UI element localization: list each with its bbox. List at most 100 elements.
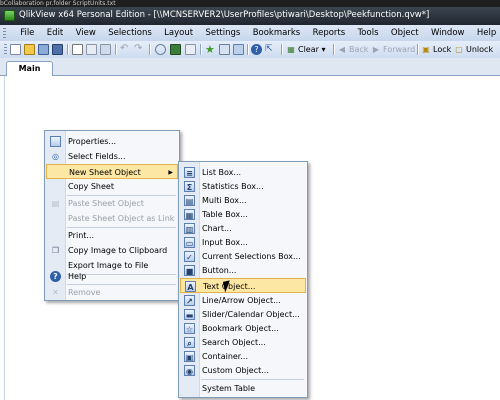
layout-icon[interactable]: [233, 44, 244, 55]
menu-item-button[interactable]: ■ Button...: [180, 263, 306, 278]
menubar-grip[interactable]: [3, 28, 6, 38]
menu-item-container[interactable]: ▣ Container...: [180, 349, 306, 364]
menu-item-label: Remove: [68, 288, 101, 297]
toolbar-grip[interactable]: [4, 44, 7, 55]
menu-item-system-table[interactable]: System Table: [180, 381, 306, 396]
menu-item-list-box[interactable]: ≡ List Box...: [180, 165, 306, 180]
menu-window[interactable]: Window: [425, 25, 471, 41]
menu-item-print[interactable]: Print...: [46, 228, 178, 243]
undo-icon[interactable]: ↶: [120, 44, 131, 55]
menu-item-label: Button...: [202, 266, 237, 275]
menu-item-remove[interactable]: ✕ Remove: [46, 285, 178, 300]
menu-item-chart[interactable]: ▥ Chart...: [180, 221, 306, 236]
menu-view[interactable]: View: [69, 25, 102, 41]
menu-item-slider-calendar-object[interactable]: ▬ Slider/Calendar Object...: [180, 307, 306, 322]
menu-edit[interactable]: Edit: [41, 25, 70, 41]
menu-item-paste-as-link[interactable]: Paste Sheet Object as Link: [46, 211, 178, 226]
background-window-text: bCollaboration pr.folder ScriptUnits.txt: [0, 0, 116, 7]
clear-button[interactable]: ▦ Clear ▾: [286, 42, 325, 57]
button-object-icon: ■: [184, 265, 195, 276]
toolbar-separator: [149, 44, 151, 55]
menu-item-copy-sheet[interactable]: Copy Sheet: [46, 179, 178, 194]
open-server-icon[interactable]: [38, 44, 49, 55]
menu-item-text-object[interactable]: A Text Object...: [180, 278, 306, 293]
toolbar-separator: [281, 44, 283, 55]
menu-item-select-fields[interactable]: ◎ Select Fields...: [46, 149, 178, 164]
menu-item-current-selections-box[interactable]: ✓ Current Selections Box...: [180, 249, 306, 264]
forward-button[interactable]: ▶ Forward: [371, 42, 415, 57]
multi-box-icon: ▤: [184, 195, 195, 206]
menu-item-label: Paste Sheet Object as Link: [68, 214, 175, 223]
menu-item-label: Multi Box...: [202, 196, 247, 205]
help-icon[interactable]: ?: [251, 44, 262, 55]
unlock-icon: ▢: [455, 45, 463, 54]
menu-item-label: Help: [68, 272, 87, 281]
menu-object[interactable]: Object: [385, 25, 425, 41]
menu-file[interactable]: File: [14, 25, 41, 41]
menu-item-label: List Box...: [202, 168, 242, 177]
print-icon[interactable]: [72, 44, 83, 55]
clear-label: Clear: [298, 45, 319, 54]
open-folder-icon[interactable]: [24, 44, 35, 55]
edit-module-icon[interactable]: [170, 44, 181, 55]
forward-label: Forward: [383, 45, 416, 54]
star-icon[interactable]: ★: [205, 44, 216, 55]
menu-item-new-sheet-object[interactable]: New Sheet Object ▶: [46, 164, 178, 179]
bookmark-star-icon: ☆: [184, 323, 195, 334]
menu-item-line-arrow-object[interactable]: ↗ Line/Arrow Object...: [180, 293, 306, 308]
menu-item-label: System Table: [202, 384, 256, 393]
context-help-icon[interactable]: ⇱: [265, 44, 276, 55]
custom-object-icon: ◉: [184, 365, 195, 376]
unlock-button[interactable]: ▢ Unlock: [454, 42, 493, 57]
edit-script-icon[interactable]: [86, 44, 97, 55]
menu-item-statistics-box[interactable]: Σ Statistics Box...: [180, 179, 306, 194]
table-viewer-icon[interactable]: [185, 44, 196, 55]
menu-item-table-box[interactable]: ▦ Table Box...: [180, 207, 306, 222]
menu-item-search-object[interactable]: ⌕ Search Object...: [180, 335, 306, 350]
back-label: Back: [349, 45, 369, 54]
line-arrow-icon: ↗: [184, 295, 195, 306]
statistics-box-icon: Σ: [184, 181, 195, 192]
new-document-icon[interactable]: [10, 44, 21, 55]
toolbar-separator: [247, 44, 249, 55]
menu-item-multi-box[interactable]: ▤ Multi Box...: [180, 193, 306, 208]
redo-icon[interactable]: ↷: [134, 44, 145, 55]
menu-reports[interactable]: Reports: [306, 25, 351, 41]
save-icon[interactable]: [52, 44, 63, 55]
text-object-icon: A: [185, 281, 196, 292]
submenu-arrow-icon: ▶: [168, 169, 173, 176]
menu-layout[interactable]: Layout: [158, 25, 199, 41]
menu-item-custom-object[interactable]: ◉ Custom Object...: [180, 363, 306, 378]
menu-item-paste-sheet-object[interactable]: ▤ Paste Sheet Object: [46, 196, 178, 211]
menu-item-label: Current Selections Box...: [202, 252, 301, 261]
menu-item-label: Paste Sheet Object: [68, 199, 144, 208]
menu-item-properties[interactable]: Properties...: [46, 134, 178, 149]
sheet-border: [4, 76, 5, 400]
menu-settings[interactable]: Settings: [199, 25, 246, 41]
menu-selections[interactable]: Selections: [102, 25, 158, 41]
clear-dropdown-icon[interactable]: ▾: [321, 45, 325, 54]
title-bar: QlikView x64 Personal Edition - [\\MCNSE…: [0, 7, 500, 25]
menu-item-label: New Sheet Object: [69, 168, 141, 177]
clear-icon: ▦: [287, 45, 295, 54]
qlikview-app-icon: [4, 10, 15, 21]
sheet-tab-bar: Main: [0, 58, 500, 77]
menu-item-help[interactable]: ? Help: [46, 269, 178, 284]
reload-icon[interactable]: [100, 44, 111, 55]
new-sheet-object-submenu: ≡ List Box... Σ Statistics Box... ▤ Mult…: [178, 161, 308, 398]
menu-item-label: Search Object...: [202, 338, 266, 347]
menu-item-bookmark-object[interactable]: ☆ Bookmark Object...: [180, 321, 306, 336]
lock-button[interactable]: ▣ Lock: [421, 42, 451, 57]
search-icon[interactable]: [155, 44, 166, 55]
menu-item-copy-image[interactable]: ❐ Copy Image to Clipboard: [46, 243, 178, 258]
menu-item-input-box[interactable]: ▭ Input Box...: [180, 235, 306, 250]
menu-item-label: Copy Sheet: [68, 182, 114, 191]
menu-help[interactable]: Help: [471, 25, 500, 41]
menu-tools[interactable]: Tools: [351, 25, 384, 41]
menu-bookmarks[interactable]: Bookmarks: [247, 25, 307, 41]
input-box-icon: ▭: [184, 237, 195, 248]
menu-item-label: Line/Arrow Object...: [202, 296, 281, 305]
back-button[interactable]: ◀ Back: [337, 42, 369, 57]
sheet-properties-icon[interactable]: [219, 44, 230, 55]
tab-main[interactable]: Main: [6, 61, 53, 77]
